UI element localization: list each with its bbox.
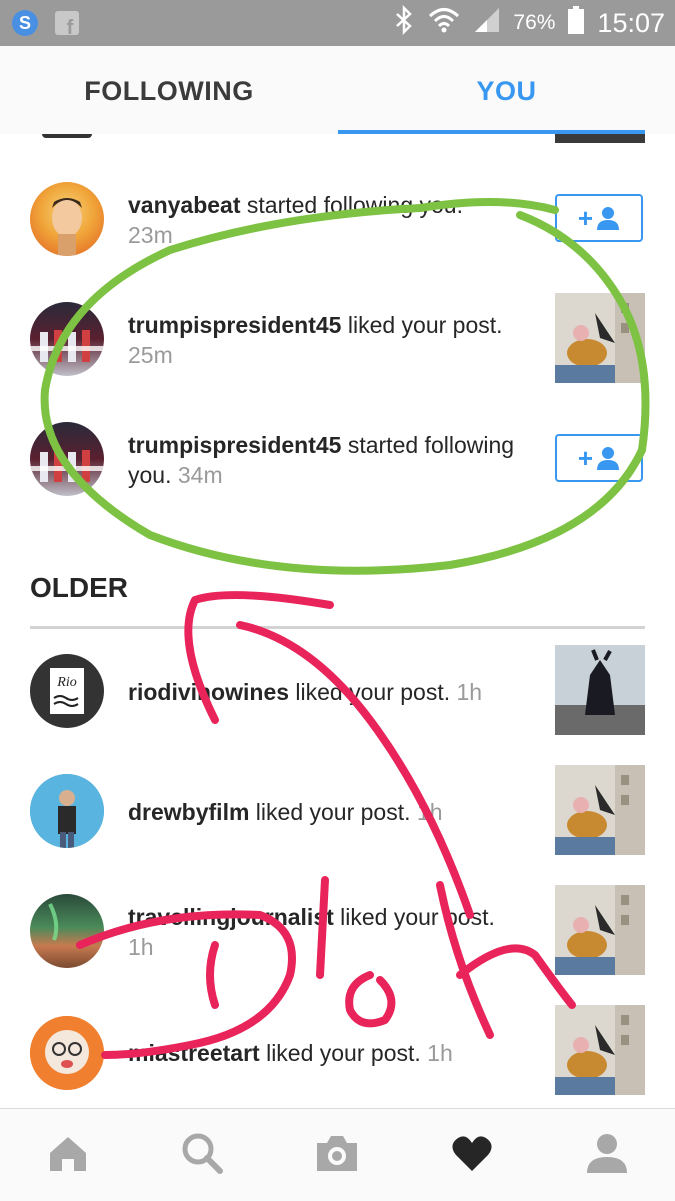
- notification-row[interactable]: travellingjournalist liked your post. 1h: [0, 882, 675, 982]
- action-text: started following you.: [240, 192, 463, 218]
- action-text: liked your post.: [333, 904, 495, 930]
- post-thumbnail[interactable]: [555, 765, 645, 855]
- timestamp: 1h: [416, 799, 443, 825]
- notification-text: travellingjournalist liked your post. 1h: [128, 902, 548, 962]
- notification-row[interactable]: trumpispresident45 started following you…: [0, 410, 675, 510]
- username[interactable]: travellingjournalist: [128, 904, 334, 930]
- follow-back-button[interactable]: +: [555, 194, 643, 242]
- username[interactable]: vanyabeat: [128, 192, 241, 218]
- clock: 15:07: [597, 7, 665, 38]
- home-icon[interactable]: [46, 1131, 90, 1175]
- facebook-icon: f: [52, 8, 82, 39]
- person-icon: [597, 207, 620, 230]
- notification-row[interactable]: miastreetart liked your post. 1h: [0, 1002, 675, 1102]
- notification-text: riodivinowines liked your post. 1h: [128, 677, 548, 707]
- timestamp: 34m: [177, 462, 223, 488]
- notification-text: trumpispresident45 liked your post. 25m: [128, 310, 538, 370]
- username[interactable]: riodivinowines: [128, 679, 289, 705]
- svg-text:f: f: [67, 17, 74, 38]
- follow-back-button[interactable]: +: [555, 434, 643, 482]
- skype-icon: S: [10, 8, 40, 38]
- notification-text: vanyabeat started following you. 23m: [128, 190, 548, 250]
- action-text: liked your post.: [249, 799, 411, 825]
- username[interactable]: trumpispresident45: [128, 432, 341, 458]
- plus-icon: +: [577, 442, 594, 473]
- timestamp: 1h: [456, 679, 483, 705]
- previous-row-avatar-partial: [42, 134, 92, 138]
- heart-icon[interactable]: [450, 1131, 494, 1175]
- notification-row[interactable]: vanyabeat started following you. 23m +: [0, 170, 675, 270]
- tab-you[interactable]: YOU: [338, 46, 675, 134]
- notification-row[interactable]: trumpispresident45 liked your post. 25m: [0, 290, 675, 390]
- avatar[interactable]: [30, 182, 104, 256]
- avatar[interactable]: [30, 422, 104, 496]
- timestamp: 1h: [427, 1040, 453, 1066]
- notification-text: miastreetart liked your post. 1h: [128, 1038, 548, 1068]
- avatar[interactable]: [30, 1016, 104, 1090]
- timestamp: 23m: [128, 222, 173, 248]
- username[interactable]: trumpispresident45: [128, 312, 341, 338]
- action-text: liked your post.: [289, 679, 451, 705]
- search-icon[interactable]: [180, 1131, 224, 1175]
- wifi-icon: [427, 5, 461, 42]
- avatar[interactable]: [30, 894, 104, 968]
- svg-text:S: S: [19, 13, 31, 33]
- bottom-navigation: [0, 1108, 675, 1201]
- username[interactable]: drewbyfilm: [128, 799, 249, 825]
- section-divider: [30, 626, 645, 629]
- username[interactable]: miastreetart: [128, 1040, 260, 1066]
- plus-icon: +: [577, 202, 594, 233]
- post-thumbnail[interactable]: [555, 293, 645, 383]
- camera-icon[interactable]: [315, 1131, 359, 1175]
- person-icon: [597, 447, 620, 470]
- avatar[interactable]: [30, 302, 104, 376]
- avatar[interactable]: [30, 774, 104, 848]
- profile-icon[interactable]: [585, 1131, 629, 1175]
- previous-row-thumbnail-partial: [555, 134, 645, 143]
- notification-text: trumpispresident45 started following you…: [128, 430, 538, 490]
- post-thumbnail[interactable]: [555, 1005, 645, 1095]
- activity-tab-bar: FOLLOWING YOU: [0, 46, 675, 134]
- notification-text: drewbyfilm liked your post. 1h: [128, 797, 548, 827]
- svg-text:Rio: Rio: [56, 675, 76, 690]
- action-text: liked your post.: [259, 1040, 421, 1066]
- bluetooth-icon: [393, 4, 415, 42]
- battery-percent: 76%: [513, 11, 556, 34]
- post-thumbnail[interactable]: [555, 885, 645, 975]
- notification-row[interactable]: Rio riodivinowines liked your post. 1h: [0, 642, 675, 742]
- battery-icon: [567, 5, 585, 42]
- tab-following[interactable]: FOLLOWING: [0, 46, 338, 134]
- notification-row[interactable]: drewbyfilm liked your post. 1h: [0, 762, 675, 862]
- avatar[interactable]: Rio: [30, 654, 104, 728]
- signal-icon: [473, 6, 501, 41]
- section-title-older: OLDER: [30, 572, 128, 603]
- action-text: liked your post.: [341, 312, 503, 338]
- status-bar: S f 76% 15:07: [0, 0, 675, 46]
- post-thumbnail[interactable]: [555, 645, 645, 735]
- timestamp: 25m: [128, 342, 173, 368]
- timestamp: 1h: [128, 934, 154, 960]
